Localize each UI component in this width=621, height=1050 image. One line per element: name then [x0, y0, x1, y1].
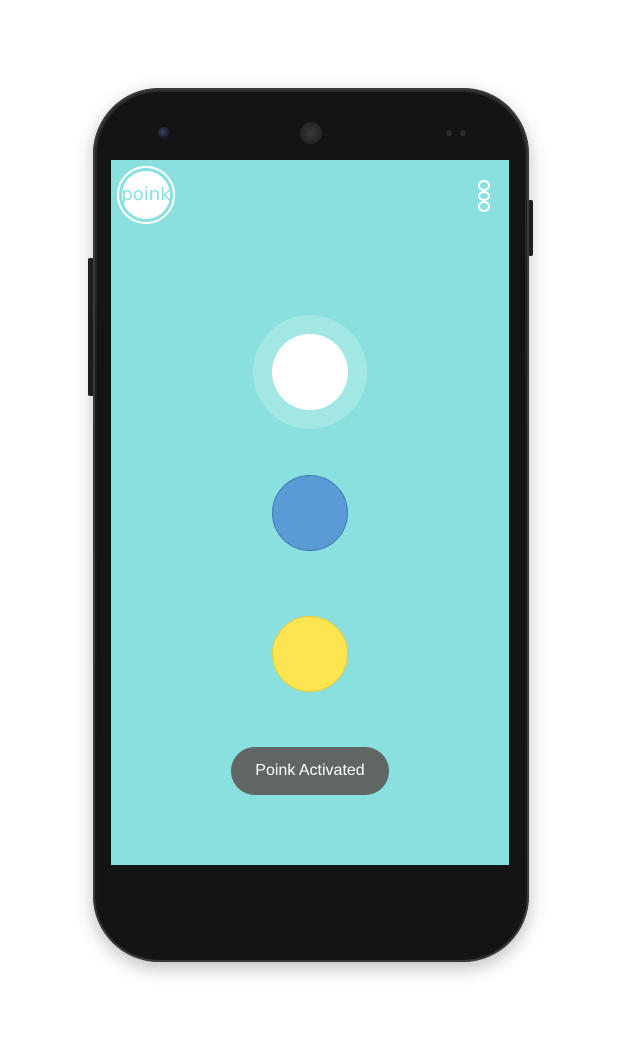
front-camera-icon [158, 127, 170, 139]
overflow-menu-icon[interactable] [477, 180, 491, 213]
yellow-circle-button[interactable] [272, 616, 348, 692]
app-logo[interactable]: poink [117, 166, 175, 224]
white-circle-button[interactable] [272, 334, 348, 410]
sensor-icon [460, 130, 466, 136]
sensor-icon [446, 130, 452, 136]
blue-circle-button[interactable] [272, 475, 348, 551]
stage: poink Poink Activated [0, 0, 621, 1050]
toast-message: Poink Activated [231, 747, 389, 795]
menu-dot [478, 180, 490, 191]
menu-dot [478, 201, 490, 213]
app-screen: poink Poink Activated [111, 160, 509, 865]
earpiece-speaker-icon [300, 122, 322, 144]
menu-dot [478, 190, 490, 202]
logo-text: poink [121, 183, 171, 205]
